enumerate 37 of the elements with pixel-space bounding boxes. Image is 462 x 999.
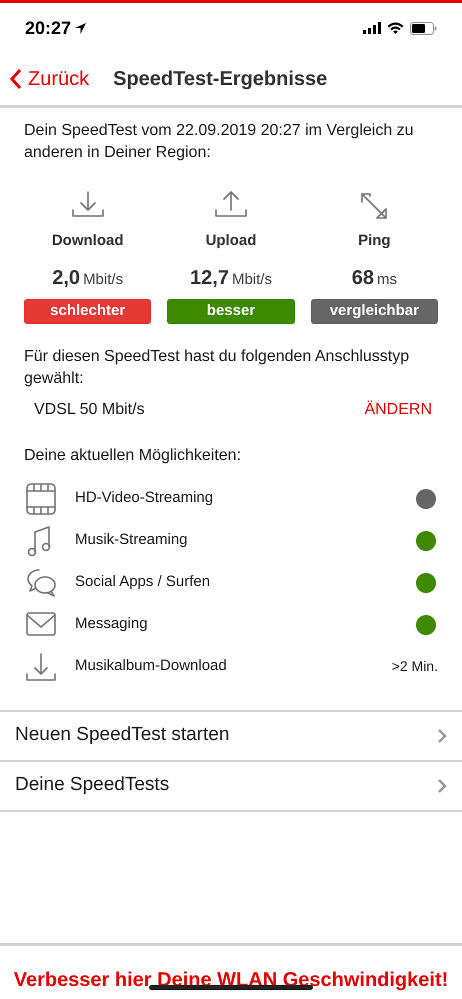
- capability-label: Messaging: [75, 614, 149, 634]
- metric-label: Download: [52, 231, 124, 251]
- upload-icon: [212, 188, 249, 220]
- metric-unit: Mbit/s: [83, 270, 124, 290]
- metric-value: 12,7: [190, 266, 229, 290]
- rating-badge: schlechter: [24, 298, 152, 324]
- rating-badge: besser: [167, 298, 295, 324]
- battery-icon: [410, 22, 437, 34]
- capability-label: Musik-Streaming: [75, 530, 189, 550]
- film-icon: [24, 482, 58, 516]
- clock-time: 20:27: [25, 16, 72, 40]
- signal-icon: [363, 22, 381, 34]
- metric-unit: ms: [376, 270, 397, 290]
- metric-label: Upload: [206, 231, 256, 251]
- metric-label: Ping: [358, 231, 391, 251]
- chevron-left-icon: [10, 68, 22, 90]
- wifi-icon: [387, 22, 404, 34]
- menu-row[interactable]: Deine SpeedTests: [0, 762, 462, 812]
- location-arrow-icon: [75, 22, 86, 34]
- chevron-right-icon: [437, 778, 447, 794]
- capability-label: Musikalbum-Download: [75, 656, 228, 676]
- metric-value: 2,0: [52, 266, 80, 290]
- back-button[interactable]: Zurück: [10, 64, 90, 94]
- connection-type: VDSL 50 Mbit/s: [33, 400, 145, 420]
- intro-text: Dein SpeedTest vom 22.09.2019 20:27 im Vergleich zu anderen in Deiner Region:: [24, 121, 415, 163]
- change-link[interactable]: ÄNDERN: [364, 398, 438, 422]
- rating-badge: vergleichbar: [310, 298, 438, 324]
- section-title: Deine aktuellen Möglichkeiten:: [24, 446, 242, 466]
- capability-label: HD-Video-Streaming: [75, 488, 214, 508]
- metric-unit: Mbit/s: [232, 270, 272, 290]
- chevron-right-icon: [437, 728, 447, 744]
- connection-text: Für diesen SpeedTest hast du folgenden Anschlusstyp gewählt:: [24, 346, 410, 388]
- capability-label: Social Apps / Surfen: [75, 572, 212, 592]
- screen-title: SpeedTest-Ergebnisse: [113, 67, 328, 92]
- duration-text: >2 Min.: [392, 657, 438, 676]
- menu-row[interactable]: Neuen SpeedTest starten: [0, 712, 462, 762]
- metric-value: 68: [352, 266, 374, 290]
